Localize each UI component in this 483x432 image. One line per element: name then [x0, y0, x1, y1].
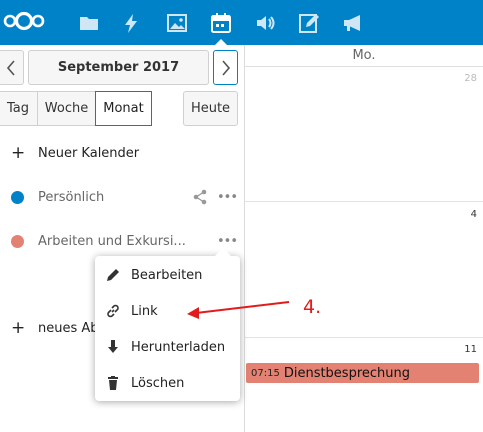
- new-calendar-label: Neuer Kalender: [38, 145, 140, 161]
- top-bar: [0, 0, 483, 45]
- link-icon: [107, 304, 119, 318]
- previous-month-button[interactable]: [0, 50, 24, 85]
- calendar-color-dot: [11, 190, 24, 204]
- menu-item-edit[interactable]: Bearbeiten: [95, 257, 240, 293]
- menu-caret: [215, 248, 231, 256]
- calendar-item-personal[interactable]: Persönlich •••: [0, 175, 245, 219]
- download-icon: [108, 340, 118, 353]
- pencil-icon: [107, 269, 119, 281]
- event-time: 07:15: [251, 367, 280, 379]
- calendar-name: Persönlich: [38, 189, 105, 205]
- week-divider: [245, 337, 483, 338]
- notes-icon[interactable]: [298, 12, 320, 34]
- menu-item-link[interactable]: Link: [95, 293, 240, 329]
- calendar-event[interactable]: 07:15 Dienstbesprechung: [246, 363, 479, 383]
- activity-icon[interactable]: [120, 12, 142, 34]
- day-number[interactable]: 28: [464, 73, 477, 84]
- view-month-button[interactable]: Monat: [95, 91, 152, 126]
- gallery-icon[interactable]: [166, 12, 188, 34]
- menu-item-label: Bearbeiten: [131, 267, 203, 283]
- month-picker-button[interactable]: September 2017: [28, 50, 209, 85]
- chevron-left-icon: [6, 59, 15, 76]
- event-title: Dienstbesprechung: [283, 365, 411, 381]
- calendar-icon[interactable]: [210, 12, 232, 34]
- announcement-icon[interactable]: [342, 12, 364, 34]
- view-week-button[interactable]: Woche: [37, 91, 96, 126]
- menu-item-download[interactable]: Herunterladen: [95, 329, 240, 365]
- audio-icon[interactable]: [255, 12, 277, 34]
- view-day-button[interactable]: Tag: [0, 91, 38, 126]
- menu-item-label: Löschen: [131, 375, 185, 391]
- files-icon[interactable]: [78, 12, 100, 34]
- today-button[interactable]: Heute: [183, 91, 238, 126]
- plus-icon: +: [11, 143, 26, 163]
- chevron-right-icon: [221, 59, 230, 76]
- calendar-grid: Mo. 28 4 11 07:15 Dienstbesprechung: [245, 45, 483, 432]
- plus-icon: +: [11, 318, 26, 338]
- more-options-icon[interactable]: •••: [217, 234, 238, 249]
- share-icon[interactable]: [192, 189, 208, 205]
- day-number[interactable]: 11: [464, 344, 477, 355]
- new-calendar-item[interactable]: + Neuer Kalender: [0, 131, 245, 175]
- next-month-button[interactable]: [213, 50, 238, 85]
- calendar-actions-menu: Bearbeiten Link Herunterladen Löschen: [95, 248, 240, 401]
- view-switcher: Tag Woche Monat: [0, 91, 152, 126]
- calendar-name: Arbeiten und Exkursi...: [38, 233, 186, 249]
- month-label: September 2017: [57, 60, 180, 75]
- more-options-icon[interactable]: •••: [217, 190, 238, 205]
- menu-item-delete[interactable]: Löschen: [95, 365, 240, 401]
- trash-icon: [108, 376, 118, 390]
- annotation-label: 4.: [303, 296, 322, 318]
- nextcloud-logo[interactable]: [2, 10, 46, 32]
- menu-item-label: Herunterladen: [131, 339, 226, 355]
- weekday-header: Mo.: [245, 45, 483, 67]
- calendar-color-dot: [11, 234, 24, 248]
- day-number[interactable]: 4: [471, 209, 477, 220]
- week-divider: [245, 201, 483, 202]
- menu-item-label: Link: [131, 303, 158, 319]
